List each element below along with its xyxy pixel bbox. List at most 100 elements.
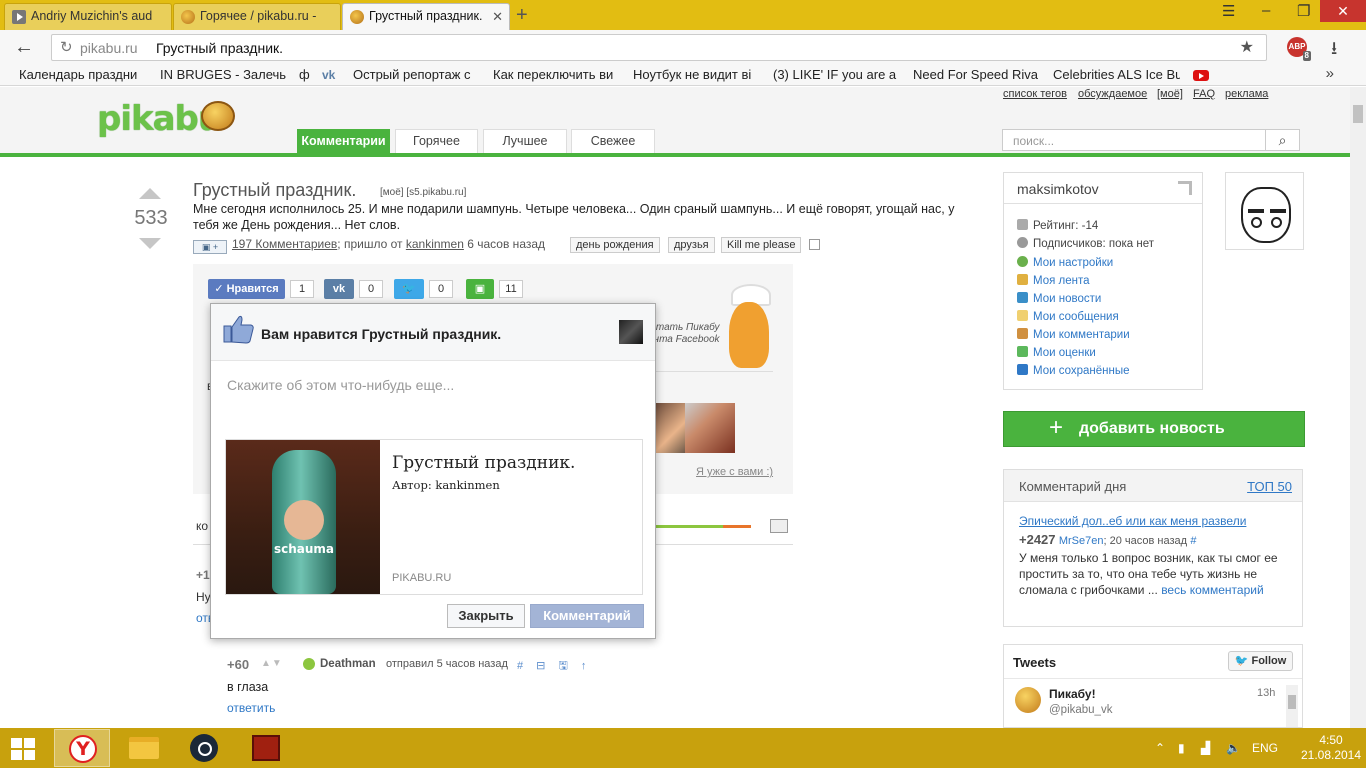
comment-action-icons[interactable]: # ⊟ 🖫 ↑ — [517, 657, 591, 676]
restore-icon[interactable]: ❐ — [1297, 2, 1310, 20]
top-link[interactable]: реклама — [1225, 88, 1268, 100]
bookmark-item[interactable]: (3) LIKE' IF you are a — [773, 67, 899, 82]
author-link[interactable]: kankinmen — [406, 237, 464, 251]
bookmark-item[interactable]: IN BRUGES - Залечь — [160, 67, 287, 82]
network-icon[interactable]: ▟ — [1201, 741, 1210, 755]
page-scrollbar[interactable] — [1350, 87, 1366, 728]
vote-up-icon[interactable] — [139, 188, 161, 199]
battery-icon[interactable]: ▮ — [1178, 741, 1185, 755]
top-link[interactable]: [моё] — [1157, 88, 1183, 100]
tweets-scrollbar[interactable] — [1286, 685, 1298, 727]
windows-start-icon[interactable] — [11, 738, 37, 760]
search-input[interactable]: поиск... ⌕ — [1002, 129, 1300, 151]
already-joined-link[interactable]: Я уже с вами :) — [696, 466, 773, 478]
vk-share-icon[interactable]: vk — [324, 279, 354, 299]
link-saved[interactable]: Мои сохранённые — [1017, 364, 1130, 377]
bookmark-item[interactable]: Ноутбук не видит ві — [633, 67, 760, 82]
bookmark-item[interactable]: Need For Speed Riva — [913, 67, 1040, 82]
cod-more-link[interactable]: весь комментарий — [1161, 583, 1263, 597]
language-indicator[interactable]: ENG — [1252, 741, 1278, 755]
close-button[interactable]: Закрыть — [447, 604, 525, 628]
bookmark-item[interactable]: Острый репортаж с — [353, 67, 480, 82]
comment-vote-icons[interactable]: ▲▼ — [261, 658, 283, 669]
comment-input[interactable]: Скажите об этом что-нибудь еще... — [227, 377, 454, 393]
tag[interactable]: Kill me please — [721, 237, 802, 253]
bookmark-star-icon[interactable]: ★ — [1240, 37, 1254, 57]
camera-add-icon[interactable]: ▣ + — [193, 240, 227, 254]
save-icon[interactable] — [809, 239, 820, 250]
more-bookmarks-icon[interactable]: » — [1326, 65, 1334, 82]
tweet-avatar[interactable] — [1015, 687, 1041, 713]
link-feed[interactable]: Моя лента — [1017, 274, 1090, 287]
tag[interactable]: день рождения — [570, 237, 660, 253]
youtube-icon[interactable] — [1193, 68, 1209, 83]
follow-button[interactable]: 🐦 Follow — [1228, 651, 1293, 671]
scrollbar-thumb[interactable] — [1353, 105, 1363, 123]
comment-button[interactable]: Комментарий — [530, 604, 644, 628]
friend-avatar[interactable] — [685, 403, 735, 453]
link-preview-card[interactable]: schauma Грустный праздник. Автор: kankin… — [225, 439, 643, 595]
tweet-handle[interactable]: @pikabu_vk — [1049, 704, 1112, 716]
save-share-icon[interactable]: ▣ — [466, 279, 494, 299]
tab-hot[interactable]: Горячее — [395, 129, 478, 153]
avatar[interactable] — [1225, 172, 1304, 250]
bookmark-item[interactable]: Как переключить ви — [493, 67, 620, 82]
system-clock[interactable]: 4:50 21.08.2014 — [1300, 733, 1362, 763]
browser-tab[interactable]: Горячее / pikabu.ru - — [173, 3, 341, 30]
address-bar[interactable]: ↻ pikabu.ru Грустный праздник. ★ — [51, 34, 1267, 61]
tag[interactable]: друзья — [668, 237, 715, 253]
steam-app[interactable] — [177, 729, 233, 767]
browser-tab-active[interactable]: Грустный праздник. ✕ — [342, 3, 510, 30]
cod-post-link[interactable]: Эпический дол..еб или как меня развели — [1019, 514, 1246, 528]
bookmark-item[interactable]: Календарь праздни — [19, 67, 147, 82]
cod-user[interactable]: MrSe7en — [1059, 535, 1104, 547]
new-tab-icon[interactable]: + — [516, 4, 528, 27]
comments-link[interactable]: 197 Комментариев — [232, 237, 337, 251]
tray-expand-icon[interactable]: ⌃ — [1155, 741, 1165, 755]
menu-icon[interactable]: ☰ — [1222, 2, 1235, 20]
top-link[interactable]: FAQ — [1193, 88, 1215, 100]
link-news[interactable]: Мои новости — [1017, 292, 1101, 305]
minimize-icon[interactable]: – — [1262, 2, 1270, 19]
like-button[interactable]: ✓ Нравится — [208, 279, 285, 299]
reload-icon[interactable]: ↻ — [60, 38, 73, 56]
feed-icon — [1017, 274, 1028, 285]
tab-fresh[interactable]: Свежее — [571, 129, 655, 153]
top-link[interactable]: список тегов — [1003, 88, 1067, 100]
vk-bookmark-icon[interactable]: vk — [322, 67, 338, 82]
dota-app[interactable] — [238, 729, 294, 767]
twitter-share-icon[interactable]: 🐦 — [394, 279, 424, 299]
add-news-button[interactable]: + добавить новость — [1003, 411, 1305, 447]
yandex-browser-app[interactable]: Y — [54, 729, 110, 767]
adblock-icon[interactable]: ABP 8 — [1287, 37, 1311, 61]
image-icon[interactable] — [770, 519, 788, 533]
comment-author[interactable]: Deathman — [320, 658, 376, 670]
file-explorer-app[interactable] — [115, 729, 171, 767]
post-source[interactable]: [моё] [s5.pikabu.ru] — [380, 187, 466, 198]
link-comments[interactable]: Мои комментарии — [1017, 328, 1130, 341]
fb-promo-text[interactable]: итать Пикабу ента Facebook — [648, 322, 720, 346]
username[interactable]: maksimkotov — [1017, 181, 1099, 197]
close-tab-icon[interactable]: ✕ — [492, 9, 503, 25]
close-window-icon[interactable]: ✕ — [1320, 0, 1366, 22]
cod-hash[interactable]: # — [1190, 535, 1196, 547]
top-link[interactable]: обсуждаемое — [1078, 88, 1147, 100]
reply-link[interactable]: ответить — [227, 701, 275, 715]
bookmark-item[interactable]: Celebrities ALS Ice Bu — [1053, 67, 1180, 82]
browser-tab[interactable]: Andriy Muzichin's aud — [4, 3, 172, 30]
tab-best[interactable]: Лучшее — [483, 129, 567, 153]
top50-link[interactable]: ТОП 50 — [1247, 479, 1292, 494]
link-ratings[interactable]: Мои оценки — [1017, 346, 1096, 359]
search-icon[interactable]: ⌕ — [1265, 130, 1299, 150]
link-messages[interactable]: Мои сообщения — [1017, 310, 1119, 323]
download-icon[interactable]: ⭳ — [1331, 36, 1337, 66]
tweet-author[interactable]: Пикабу! — [1049, 687, 1096, 701]
tab-comments[interactable]: Комментарии — [297, 129, 390, 153]
vote-down-icon[interactable] — [139, 238, 161, 249]
volume-icon[interactable]: 🔈 — [1226, 741, 1241, 755]
bookmark-item[interactable]: ф — [299, 67, 311, 82]
back-arrow-icon[interactable]: ← — [14, 36, 34, 59]
link-settings[interactable]: Мои настройки — [1017, 256, 1113, 269]
post-title[interactable]: Грустный праздник. — [193, 180, 356, 201]
logout-icon[interactable] — [1178, 181, 1192, 195]
